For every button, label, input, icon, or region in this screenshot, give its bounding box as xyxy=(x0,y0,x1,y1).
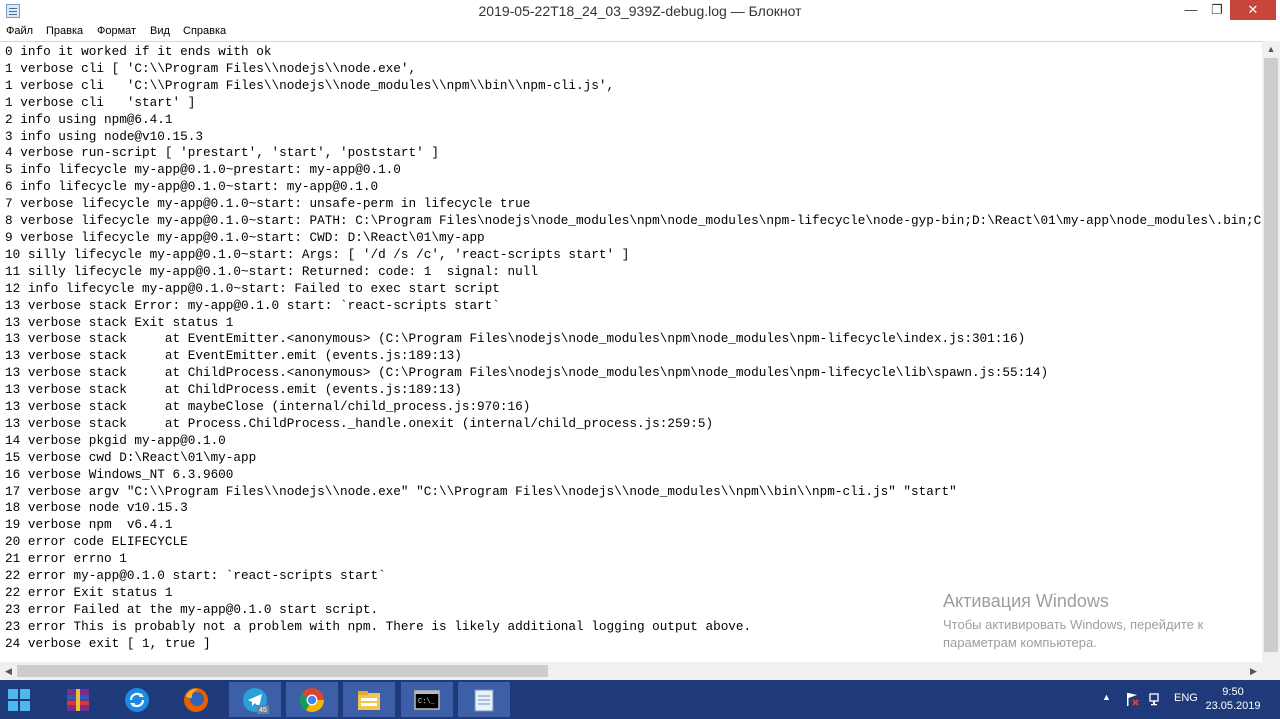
activation-watermark: Активация Windows Чтобы активировать Win… xyxy=(943,591,1203,650)
show-hidden-icons-icon[interactable]: ▲ xyxy=(1102,692,1111,702)
scroll-up-icon[interactable]: ▲ xyxy=(1262,41,1280,58)
title-bar[interactable]: 2019-05-22T18_24_03_939Z-debug.log — Бло… xyxy=(0,0,1280,23)
close-button[interactable]: ✕ xyxy=(1230,0,1276,20)
menu-format[interactable]: Формат xyxy=(97,25,136,37)
taskbar-chrome[interactable] xyxy=(286,682,338,717)
text-editor[interactable]: 0 info it worked if it ends with ok 1 ve… xyxy=(0,41,1262,663)
watermark-title: Активация Windows xyxy=(943,591,1109,611)
language-indicator[interactable]: ENG xyxy=(1174,692,1198,704)
scroll-left-icon[interactable]: ◀ xyxy=(0,662,17,680)
scroll-right-icon[interactable]: ▶ xyxy=(1245,662,1262,680)
taskbar-firefox[interactable] xyxy=(170,682,222,717)
window-title: 2019-05-22T18_24_03_939Z-debug.log — Бло… xyxy=(478,3,802,19)
action-center-flag-icon[interactable] xyxy=(1124,691,1140,707)
taskbar: 45 C:\_ ▲ ENG 9:50 23.05.2019 xyxy=(0,680,1280,719)
horizontal-scroll-thumb[interactable] xyxy=(17,665,548,677)
vertical-scrollbar[interactable]: ▲ xyxy=(1262,41,1280,662)
winrar-icon xyxy=(67,689,89,711)
menu-view[interactable]: Вид xyxy=(150,25,170,37)
scrollbar-corner xyxy=(1262,662,1280,680)
vertical-scroll-thumb[interactable] xyxy=(1264,58,1278,652)
cmd-icon: C:\_ xyxy=(414,690,440,710)
taskbar-sync[interactable] xyxy=(111,682,163,717)
file-explorer-icon xyxy=(358,691,380,710)
minimize-button[interactable]: — xyxy=(1176,0,1206,20)
taskbar-winrar[interactable] xyxy=(52,682,104,717)
taskbar-cmd[interactable]: C:\_ xyxy=(401,682,453,717)
telegram-icon: 45 xyxy=(243,688,269,714)
telegram-badge: 45 xyxy=(259,707,267,714)
clock-date: 23.05.2019 xyxy=(1205,700,1261,712)
editor-content[interactable]: 0 info it worked if it ends with ok 1 ve… xyxy=(0,42,1262,653)
menu-edit[interactable]: Правка xyxy=(46,25,83,37)
taskbar-explorer[interactable] xyxy=(343,682,395,717)
taskbar-notepad[interactable] xyxy=(458,682,510,717)
clock[interactable]: 9:50 23.05.2019 xyxy=(1205,686,1261,712)
clock-time: 9:50 xyxy=(1222,686,1244,698)
sync-icon xyxy=(125,688,149,712)
restore-button[interactable]: ❐ xyxy=(1204,0,1230,20)
notepad-icon xyxy=(474,689,494,712)
taskbar-telegram[interactable]: 45 xyxy=(229,682,281,717)
watermark-line-1: Чтобы активировать Windows, перейдите к xyxy=(943,617,1204,632)
chrome-icon xyxy=(299,688,324,713)
windows-start-icon[interactable] xyxy=(8,689,30,711)
menu-file[interactable]: Файл xyxy=(6,25,33,37)
horizontal-scrollbar[interactable]: ◀ ▶ xyxy=(0,662,1262,680)
svg-text:C:\_: C:\_ xyxy=(418,698,436,706)
watermark-line-2: параметрам компьютера. xyxy=(943,635,1097,650)
menu-bar: Файл Правка Формат Вид Справка xyxy=(0,22,1280,41)
network-icon[interactable] xyxy=(1147,691,1163,707)
menu-help[interactable]: Справка xyxy=(183,25,226,37)
firefox-icon xyxy=(184,688,208,712)
